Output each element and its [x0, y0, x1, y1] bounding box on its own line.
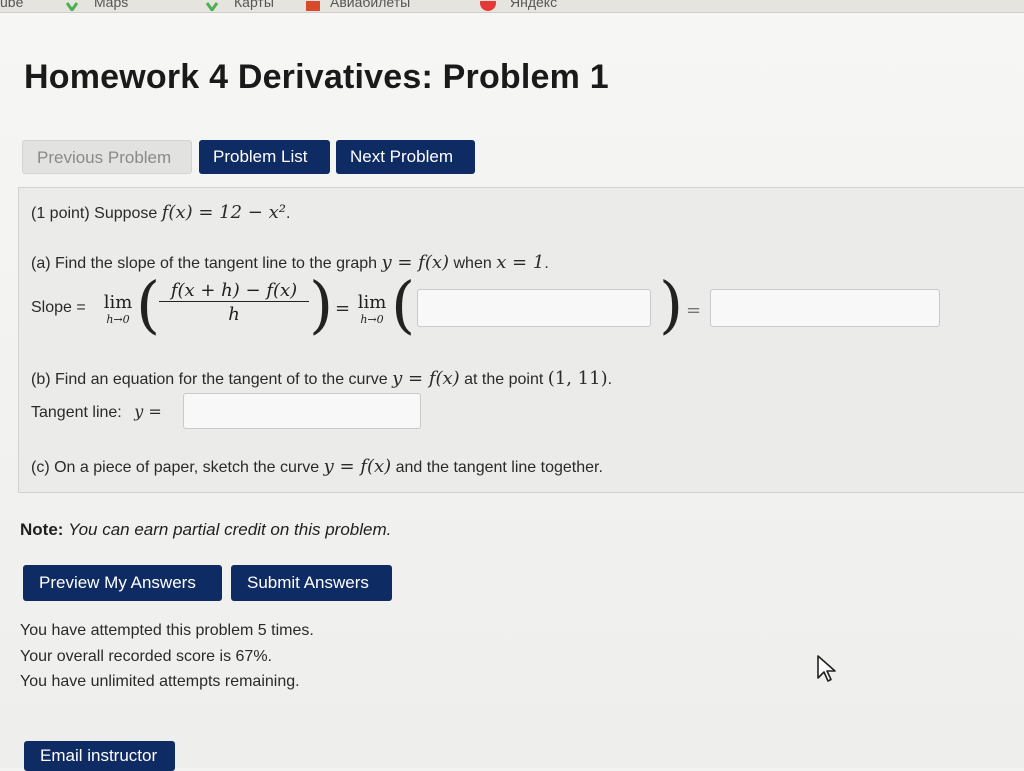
slope-label: Slope =: [31, 299, 86, 316]
score-status: Your overall recorded score is 67%.: [20, 648, 272, 665]
partial-credit-note: Note: You can earn partial credit on thi…: [20, 520, 391, 540]
lim-text: lim: [103, 292, 133, 313]
part-c-math: y = f(x): [323, 456, 392, 477]
bookmark-youtube[interactable]: ube: [0, 0, 23, 10]
maps-pin-icon: [205, 0, 219, 12]
part-b-math: y = f(x): [392, 368, 460, 389]
tangent-line-label-row: Tangent line: y =: [31, 402, 162, 422]
submit-answers-button[interactable]: Submit Answers: [231, 565, 392, 601]
problem-intro: (1 point) Suppose f(x) = 12 − x².: [31, 202, 291, 223]
left-paren-2: (: [391, 268, 416, 341]
problem-list-button[interactable]: Problem List: [199, 140, 330, 174]
part-a-math-x: x = 1: [496, 252, 545, 273]
yandex-icon: [480, 0, 496, 11]
limit-expression-1: lim h→0: [98, 292, 138, 326]
difference-quotient: f(x + h) − f(x) h: [159, 280, 309, 325]
part-c-text: (c) On a piece of paper, sketch the curv…: [31, 456, 603, 477]
denominator: h: [228, 304, 240, 325]
lim-subscript: h→0: [106, 313, 130, 326]
part-a-when: when: [453, 255, 492, 272]
bookmarks-bar: ube Maps Карты Авиабилеты Яндекс: [0, 0, 1024, 13]
part-b-label: (b) Find an equation for the tangent of …: [31, 371, 388, 388]
intro-text: (1 point) Suppose: [31, 205, 158, 222]
maps-pin-icon: [65, 0, 79, 12]
bookmark-karty[interactable]: Карты: [234, 0, 274, 10]
previous-problem-button[interactable]: Previous Problem: [22, 140, 192, 174]
slope-answer-input[interactable]: [710, 289, 940, 327]
remaining-status: You have unlimited attempts remaining.: [20, 673, 300, 690]
intro-math: f(x) = 12 − x²: [161, 202, 286, 223]
bookmark-maps[interactable]: Maps: [94, 0, 128, 10]
next-problem-button[interactable]: Next Problem: [336, 140, 475, 174]
left-paren-1: (: [136, 268, 161, 341]
page-title: Homework 4 Derivatives: Problem 1: [24, 58, 609, 96]
part-b-point: (1, 11): [547, 368, 608, 389]
bookmark-aviabilety[interactable]: Авиабилеты: [330, 0, 410, 10]
right-paren-1: ): [309, 268, 334, 341]
attempts-status: You have attempted this problem 5 times.: [20, 622, 314, 639]
lim-text-2: lim: [357, 292, 387, 313]
note-text: You can earn partial credit on this prob…: [68, 520, 392, 539]
tangent-label: Tangent line:: [31, 404, 122, 421]
note-label: Note:: [20, 520, 64, 539]
tangent-math: y =: [134, 402, 162, 421]
mouse-cursor-icon: [816, 654, 838, 689]
part-a-text: (a) Find the slope of the tangent line t…: [31, 252, 549, 273]
part-b-at: at the point: [464, 371, 544, 388]
limit-expression-2: lim h→0: [352, 292, 392, 326]
equals-2: =: [686, 300, 702, 321]
lim-subscript-2: h→0: [360, 313, 384, 326]
part-c-label: (c) On a piece of paper, sketch the curv…: [31, 459, 320, 476]
part-c-end: and the tangent line together.: [395, 459, 603, 476]
right-paren-2: ): [659, 268, 684, 341]
email-instructor-button[interactable]: Email instructor: [24, 741, 175, 771]
tangent-line-input[interactable]: [183, 393, 421, 429]
equals-1: =: [335, 298, 351, 319]
plane-icon: [306, 0, 320, 11]
limit-expression-input[interactable]: [417, 289, 651, 327]
numerator: f(x + h) − f(x): [159, 280, 309, 302]
part-b-text: (b) Find an equation for the tangent of …: [31, 368, 613, 389]
preview-answers-button[interactable]: Preview My Answers: [23, 565, 222, 601]
bookmark-yandex[interactable]: Яндекс: [510, 0, 557, 10]
problem-box: (1 point) Suppose f(x) = 12 − x². (a) Fi…: [18, 187, 1024, 493]
